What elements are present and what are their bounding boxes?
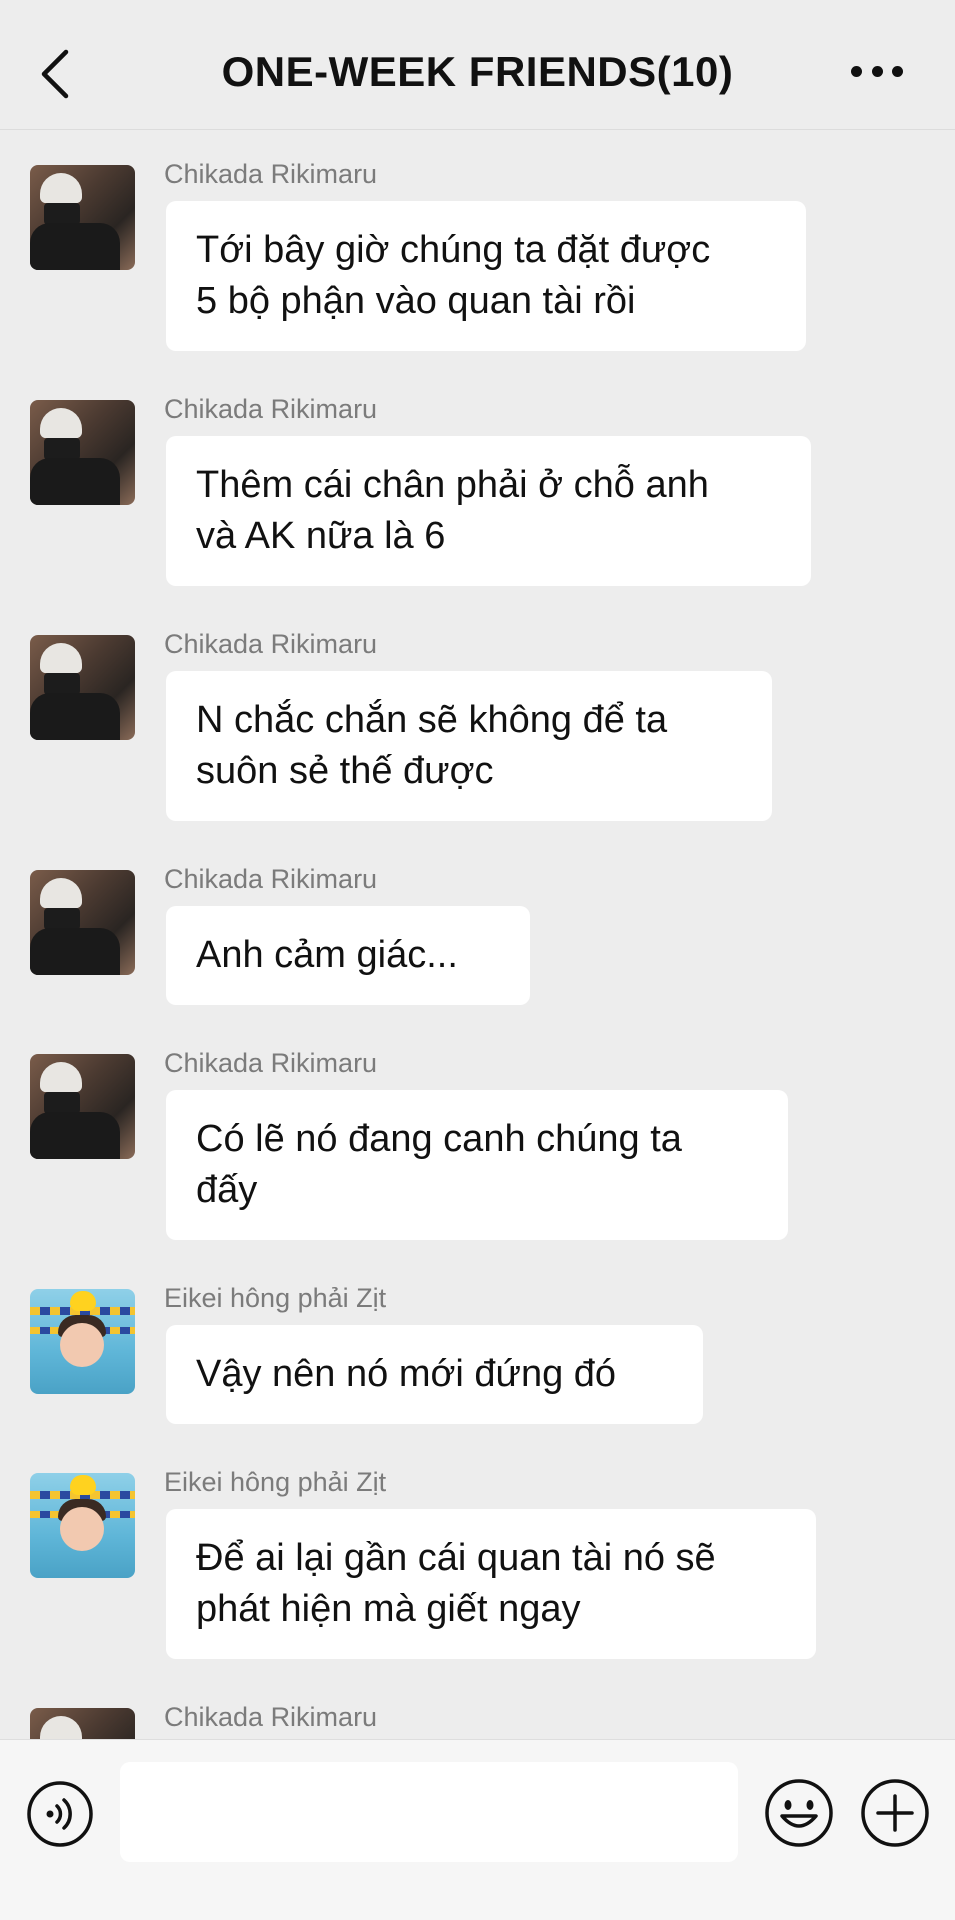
message-bubble[interactable]: N chắc chắn sẽ không để ta suôn sẻ thế đ… <box>166 671 772 821</box>
more-dots-icon <box>851 66 862 77</box>
chat-header: ONE-WEEK FRIENDS(10) <box>0 0 955 130</box>
voice-icon <box>27 1781 93 1847</box>
input-bar <box>0 1739 955 1920</box>
sender-name: Eikei hông phải Zịt <box>164 1467 387 1497</box>
sender-name: Chikada Rikimaru <box>164 864 378 894</box>
emoji-button[interactable] <box>764 1778 834 1848</box>
sender-name: Chikada Rikimaru <box>164 159 378 189</box>
message-bubble[interactable]: Vậy nên nó mới đứng đó <box>166 1325 703 1424</box>
avatar[interactable] <box>30 400 135 505</box>
sender-name: Chikada Rikimaru <box>164 629 378 659</box>
sender-name: Chikada Rikimaru <box>164 1702 378 1732</box>
emoji-icon <box>765 1779 833 1847</box>
avatar[interactable] <box>30 1473 135 1578</box>
message-bubble[interactable]: Tới bây giờ chúng ta đặt được 5 bộ phận … <box>166 201 806 351</box>
voice-button[interactable] <box>26 1780 94 1848</box>
message-input[interactable] <box>120 1762 738 1862</box>
avatar[interactable] <box>30 165 135 270</box>
chat-title: ONE-WEEK FRIENDS(10) <box>221 48 734 95</box>
sender-name: Chikada Rikimaru <box>164 394 378 424</box>
avatar[interactable] <box>30 1054 135 1159</box>
avatar[interactable] <box>30 635 135 740</box>
sender-name: Chikada Rikimaru <box>164 1048 378 1078</box>
more-button[interactable] <box>851 66 903 80</box>
avatar[interactable] <box>30 1708 135 1739</box>
message-bubble[interactable]: Thêm cái chân phải ở chỗ anh và AK nữa l… <box>166 436 811 586</box>
message-list[interactable]: Chikada Rikimaru Tới bây giờ chúng ta đặ… <box>0 131 955 1739</box>
plus-button[interactable] <box>860 1778 930 1848</box>
avatar[interactable] <box>30 1289 135 1394</box>
message-bubble[interactable]: Có lẽ nó đang canh chúng ta đấy <box>166 1090 788 1240</box>
plus-icon <box>861 1779 929 1847</box>
avatar[interactable] <box>30 870 135 975</box>
sender-name: Eikei hông phải Zịt <box>164 1283 387 1313</box>
message-bubble[interactable]: Anh cảm giác... <box>166 906 530 1005</box>
message-bubble[interactable]: Để ai lại gần cái quan tài nó sẽ phát hi… <box>166 1509 816 1659</box>
